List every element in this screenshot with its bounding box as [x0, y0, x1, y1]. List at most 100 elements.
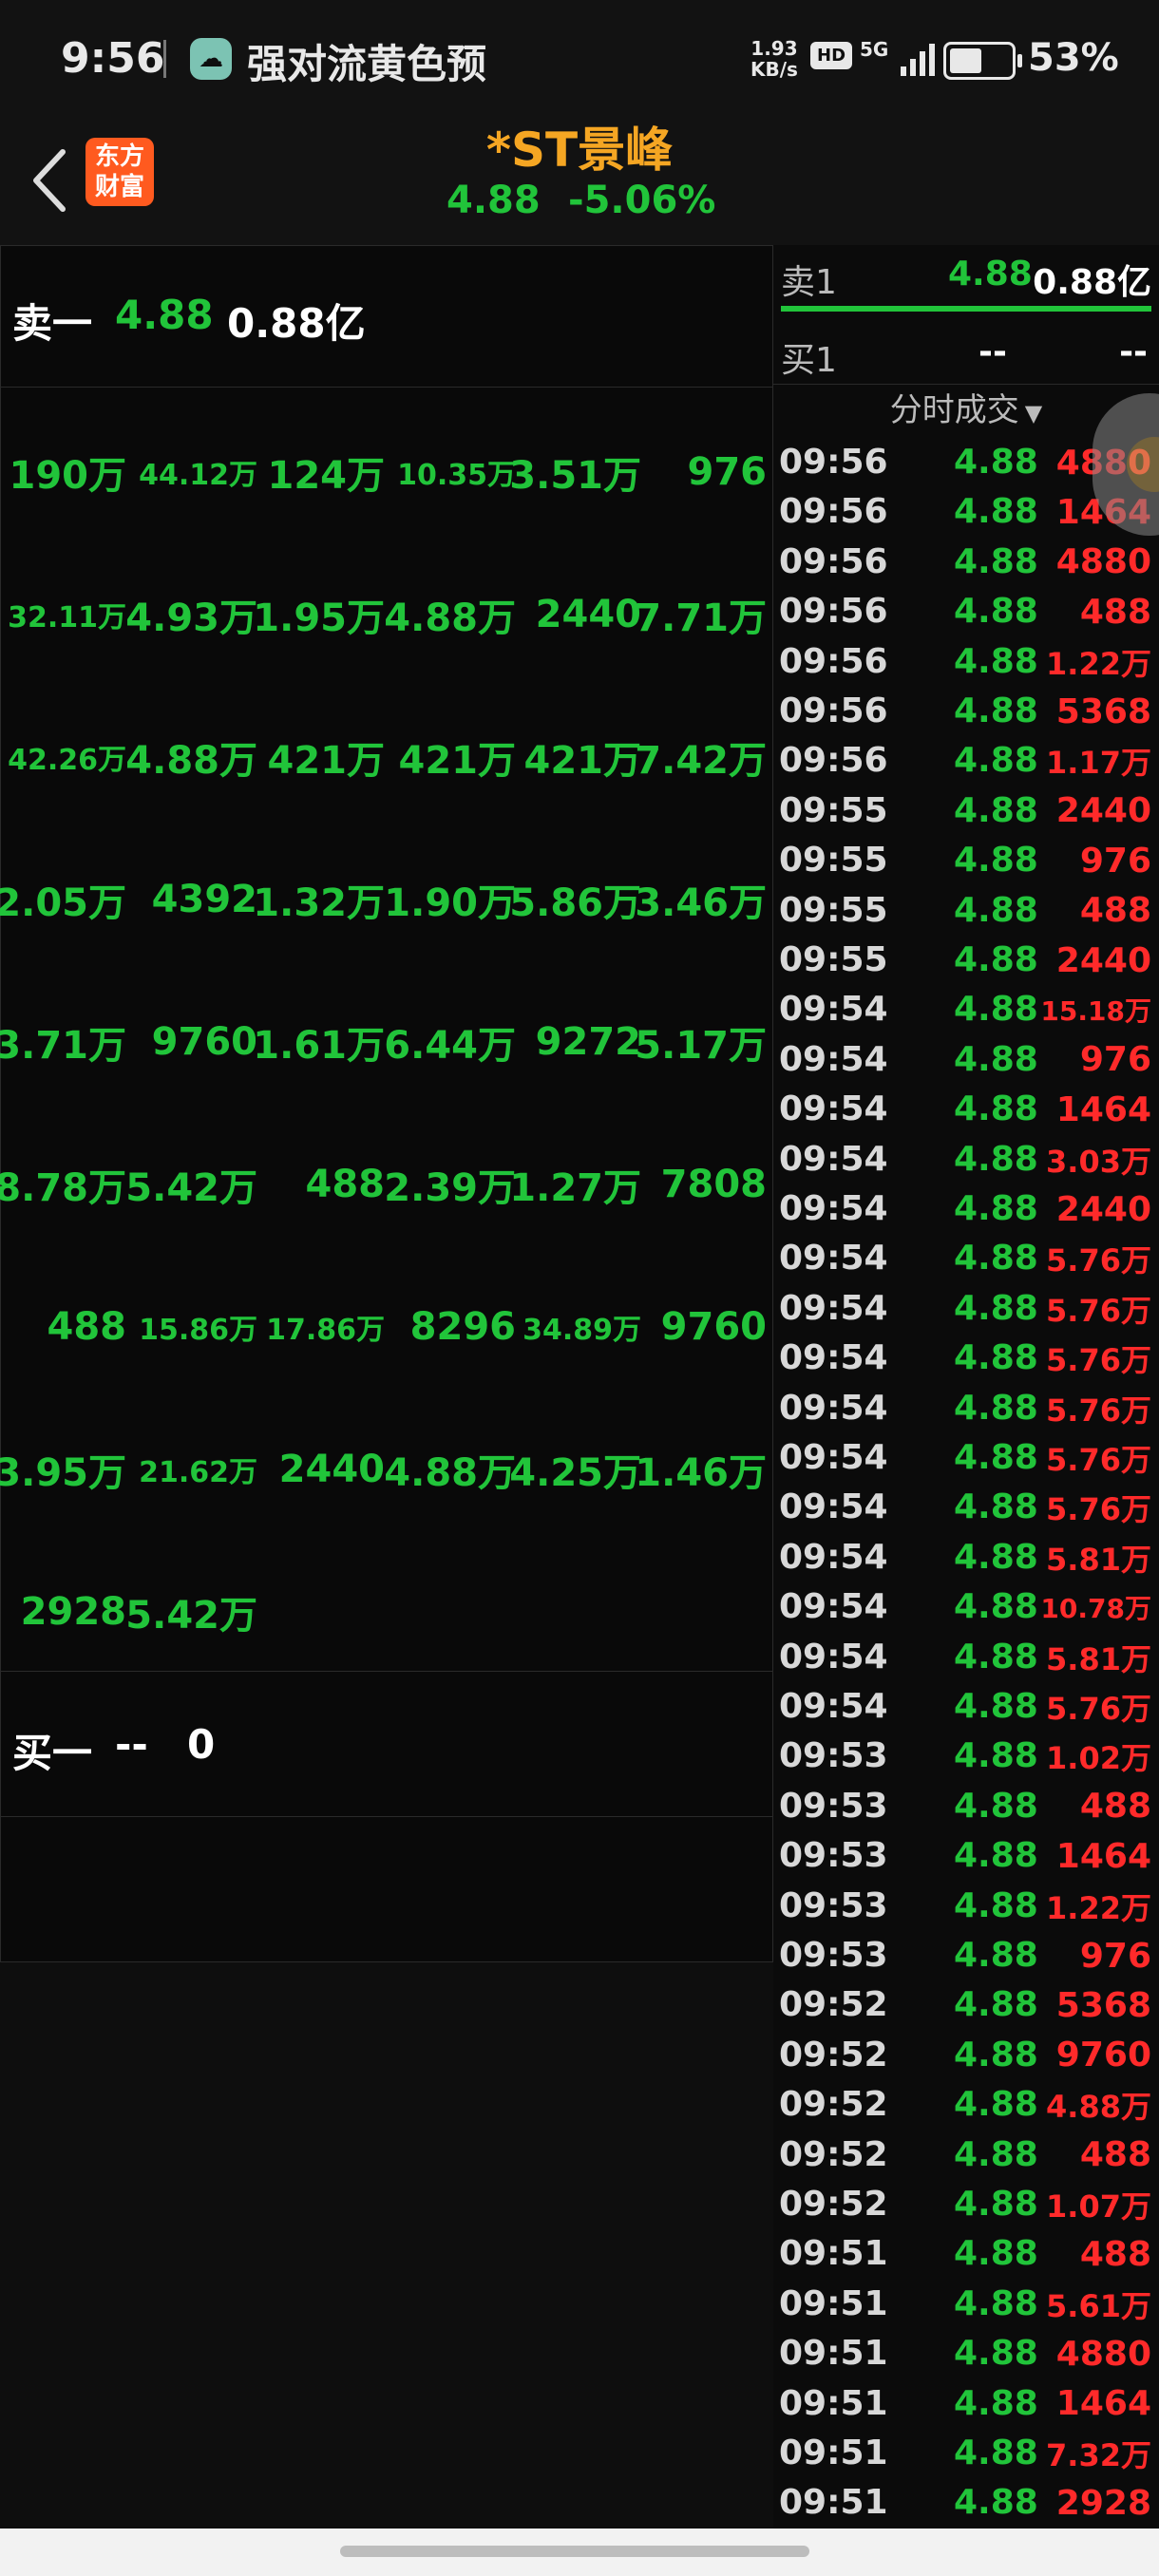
trade-volume: 1464	[1055, 1089, 1151, 1129]
bid1-price: --	[978, 332, 1007, 371]
queue-order-volume: 10.35万	[397, 459, 516, 492]
trade-volume: 2440	[1055, 791, 1151, 831]
status-bar: 9:56 ☁ 强对流黄色预 1.93 KB/s HD 5G 53%	[0, 0, 1159, 114]
trade-row: 09:54 4.88 2440	[773, 1184, 1159, 1233]
trade-volume: 7.32万	[1046, 2437, 1151, 2473]
trade-row: 09:55 4.88 2440	[773, 786, 1159, 835]
trade-time: 09:54	[779, 1039, 888, 1079]
queue-order-volume: 3.51万	[509, 454, 641, 498]
battery-fill	[950, 48, 981, 73]
tick-panel: 卖1 4.88 0.88亿 买1 -- -- 分时成交▼ 09:56 4.88 48…	[773, 245, 1159, 2529]
buy1-row[interactable]: 买一 -- 0	[1, 1671, 772, 1817]
trade-time: 09:54	[779, 1438, 888, 1477]
trade-row: 09:54 4.88 3.03万	[773, 1134, 1159, 1184]
notification-text: 强对流黄色预	[247, 41, 487, 87]
trade-row: 09:54 4.88 5.76万	[773, 1482, 1159, 1531]
trade-price: 4.88	[954, 541, 1038, 581]
trade-row: 09:51 4.88 4880	[773, 2328, 1159, 2377]
queue-order-volume: 17.86万	[266, 1314, 385, 1347]
sell1-volume: 0.88亿	[227, 300, 366, 347]
trade-time: 09:56	[779, 592, 888, 632]
trade-row: 09:54 4.88 1464	[773, 1084, 1159, 1133]
trade-row: 09:56 4.88 5368	[773, 686, 1159, 735]
trade-time: 09:54	[779, 1338, 888, 1378]
trade-price: 4.88	[954, 2234, 1038, 2274]
trade-price: 4.88	[954, 1338, 1038, 1378]
ask1-volume: 0.88亿	[1033, 263, 1151, 302]
trade-row: 09:55 4.88 2440	[773, 935, 1159, 984]
trade-volume: 1464	[1055, 1836, 1151, 1876]
trade-row: 09:54 4.88 5.81万	[773, 1532, 1159, 1582]
trade-volume: 488	[1079, 891, 1151, 931]
assistant-icon	[1127, 437, 1159, 492]
queue-order-volume: 3.71万	[0, 1024, 126, 1068]
queue-order-volume: 421万	[398, 739, 517, 783]
trade-price: 4.88	[954, 841, 1038, 881]
ask1-row[interactable]: 卖1 4.88 0.88亿	[773, 245, 1159, 313]
trade-row: 09:53 4.88 488	[773, 1781, 1159, 1830]
trade-volume: 2928	[1055, 2483, 1151, 2523]
queue-row: 190万 44.12万 124万 10.35万 3.51万 976	[9, 434, 769, 510]
trade-price: 4.88	[954, 1736, 1038, 1776]
trade-price: 4.88	[954, 790, 1038, 830]
trade-volume: 4.88万	[1046, 2089, 1151, 2126]
status-time: 9:56	[61, 34, 165, 83]
trade-row: 09:56 4.88 1.17万	[773, 735, 1159, 785]
queue-order-volume: 15.86万	[139, 1314, 257, 1347]
trade-time: 09:56	[779, 691, 888, 730]
trade-volume: 15.18万	[1040, 995, 1151, 1028]
trade-price: 4.88	[954, 2383, 1038, 2423]
trade-row: 09:51 4.88 488	[773, 2228, 1159, 2278]
battery-percent: 53%	[1028, 36, 1119, 80]
trade-time: 09:56	[779, 492, 888, 532]
trade-volume: 1464	[1055, 2384, 1151, 2424]
trade-time: 09:56	[779, 741, 888, 781]
bid1-label: 买1	[781, 341, 837, 380]
ask1-bar	[781, 306, 1151, 312]
queue-order-volume: 2440	[278, 1448, 385, 1491]
queue-row: 32.11万 4.93万 1.95万 4.88万 2440 7.71万	[8, 577, 769, 653]
queue-order-volume: 4.88万	[125, 739, 257, 783]
trade-time: 09:54	[779, 1587, 888, 1627]
trade-time: 09:54	[779, 990, 888, 1030]
trade-volume: 5.76万	[1046, 1292, 1151, 1329]
trade-volume: 488	[1079, 2234, 1151, 2274]
trade-time: 09:54	[779, 1239, 888, 1279]
queue-row: 42.26万 4.88万 421万 421万 421万 7.42万	[8, 719, 769, 795]
bid1-row[interactable]: 买1 -- --	[773, 317, 1159, 385]
trade-price: 4.88	[954, 492, 1038, 532]
trade-price: 4.88	[954, 2085, 1038, 2125]
queue-order-volume: 5.42万	[125, 1166, 257, 1210]
queue-order-volume: 42.26万	[8, 744, 126, 777]
trade-row: 09:51 4.88 1464	[773, 2378, 1159, 2428]
trade-time: 09:54	[779, 1388, 888, 1428]
network-speed-unit: KB/s	[750, 58, 798, 81]
trade-time: 09:54	[779, 1487, 888, 1527]
trade-time: 09:52	[779, 2134, 888, 2174]
queue-row: 2928 5.42万	[9, 1574, 769, 1650]
trade-price: 4.88	[954, 1438, 1038, 1477]
trade-volume: 1.02万	[1046, 1740, 1151, 1777]
trade-time: 09:55	[779, 790, 888, 830]
trade-volume: 1.17万	[1046, 745, 1151, 782]
trade-row: 09:52 4.88 488	[773, 2130, 1159, 2179]
trade-volume: 1.07万	[1046, 2188, 1151, 2225]
trade-time: 09:56	[779, 541, 888, 581]
trade-price: 4.88	[954, 1936, 1038, 1975]
trade-row: 09:52 4.88 5368	[773, 1979, 1159, 2029]
trade-volume: 5.61万	[1046, 2287, 1151, 2324]
queue-order-volume: 4.88万	[384, 597, 516, 640]
trade-time: 09:51	[779, 2234, 888, 2274]
trade-row: 09:54 4.88 5.76万	[773, 1432, 1159, 1482]
trade-row: 09:55 4.88 976	[773, 835, 1159, 884]
queue-order-volume: 4.93万	[125, 597, 257, 640]
sell1-row[interactable]: 卖一 4.88 0.88亿	[1, 246, 772, 388]
queue-order-volume: 9760	[660, 1305, 767, 1349]
trade-volume: 5368	[1055, 1985, 1151, 2025]
trade-time: 09:54	[779, 1637, 888, 1676]
trade-price: 4.88	[954, 1239, 1038, 1279]
home-indicator[interactable]	[340, 2546, 809, 2557]
trade-volume: 5.76万	[1046, 1691, 1151, 1727]
trade-time: 09:55	[779, 890, 888, 930]
queue-order-volume: 1.27万	[509, 1166, 641, 1210]
